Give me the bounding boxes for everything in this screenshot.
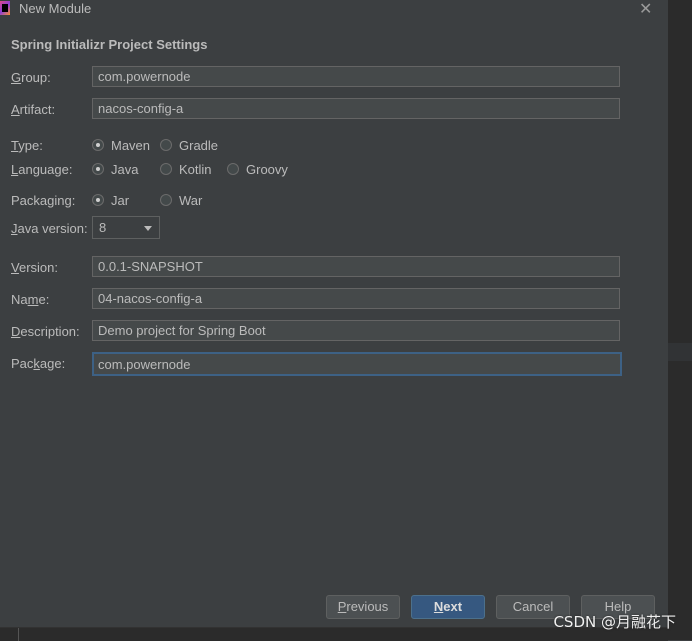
intellij-logo-icon	[0, 1, 10, 15]
language-label: Language:	[11, 162, 73, 177]
packaging-label: Packaging:	[11, 193, 76, 208]
window-title: New Module	[19, 1, 92, 16]
radio-checked-icon	[92, 163, 104, 175]
background-editor-highlight	[668, 343, 692, 361]
description-field[interactable]	[92, 320, 620, 341]
version-label: Version:	[11, 260, 58, 275]
java-version-value: 8	[99, 220, 107, 235]
packaging-radio-war[interactable]: War	[160, 192, 202, 208]
java-version-select[interactable]: 8	[92, 216, 160, 239]
package-field[interactable]	[92, 352, 622, 376]
artifact-field[interactable]	[92, 98, 620, 119]
close-icon[interactable]: ✕	[639, 0, 652, 19]
section-title: Spring Initializr Project Settings	[11, 37, 208, 52]
language-radio-java[interactable]: Java	[92, 161, 138, 177]
packaging-radio-jar[interactable]: Jar	[92, 192, 129, 208]
type-radio-gradle[interactable]: Gradle	[160, 137, 218, 153]
language-radio-kotlin[interactable]: Kotlin	[160, 161, 212, 177]
radio-checked-icon	[92, 194, 104, 206]
name-label: Name:	[11, 292, 50, 307]
radio-checked-icon	[92, 139, 104, 151]
group-label: Group:	[11, 70, 51, 85]
group-field[interactable]	[92, 66, 620, 87]
radio-unchecked-icon	[227, 163, 239, 175]
radio-unchecked-icon	[160, 163, 172, 175]
background-editor-strip	[668, 0, 692, 343]
radio-unchecked-icon	[160, 139, 172, 151]
title-bar: New Module ✕	[0, 0, 668, 18]
next-button[interactable]: Next	[411, 595, 485, 619]
previous-button[interactable]: Previous	[326, 595, 400, 619]
radio-unchecked-icon	[160, 194, 172, 206]
background-editor-strip-lower	[668, 361, 692, 640]
description-label: Description:	[11, 324, 80, 339]
csdn-watermark: CSDN @月融花下	[553, 613, 676, 631]
artifact-label: Artifact:	[11, 102, 56, 117]
java-version-label: Java version:	[11, 221, 88, 236]
package-label: Package:	[11, 356, 66, 371]
type-radio-maven[interactable]: Maven	[92, 137, 150, 153]
type-label: Type:	[11, 138, 43, 153]
language-radio-groovy[interactable]: Groovy	[227, 161, 288, 177]
version-field[interactable]	[92, 256, 620, 277]
name-field[interactable]	[92, 288, 620, 309]
chevron-down-icon	[144, 226, 152, 231]
